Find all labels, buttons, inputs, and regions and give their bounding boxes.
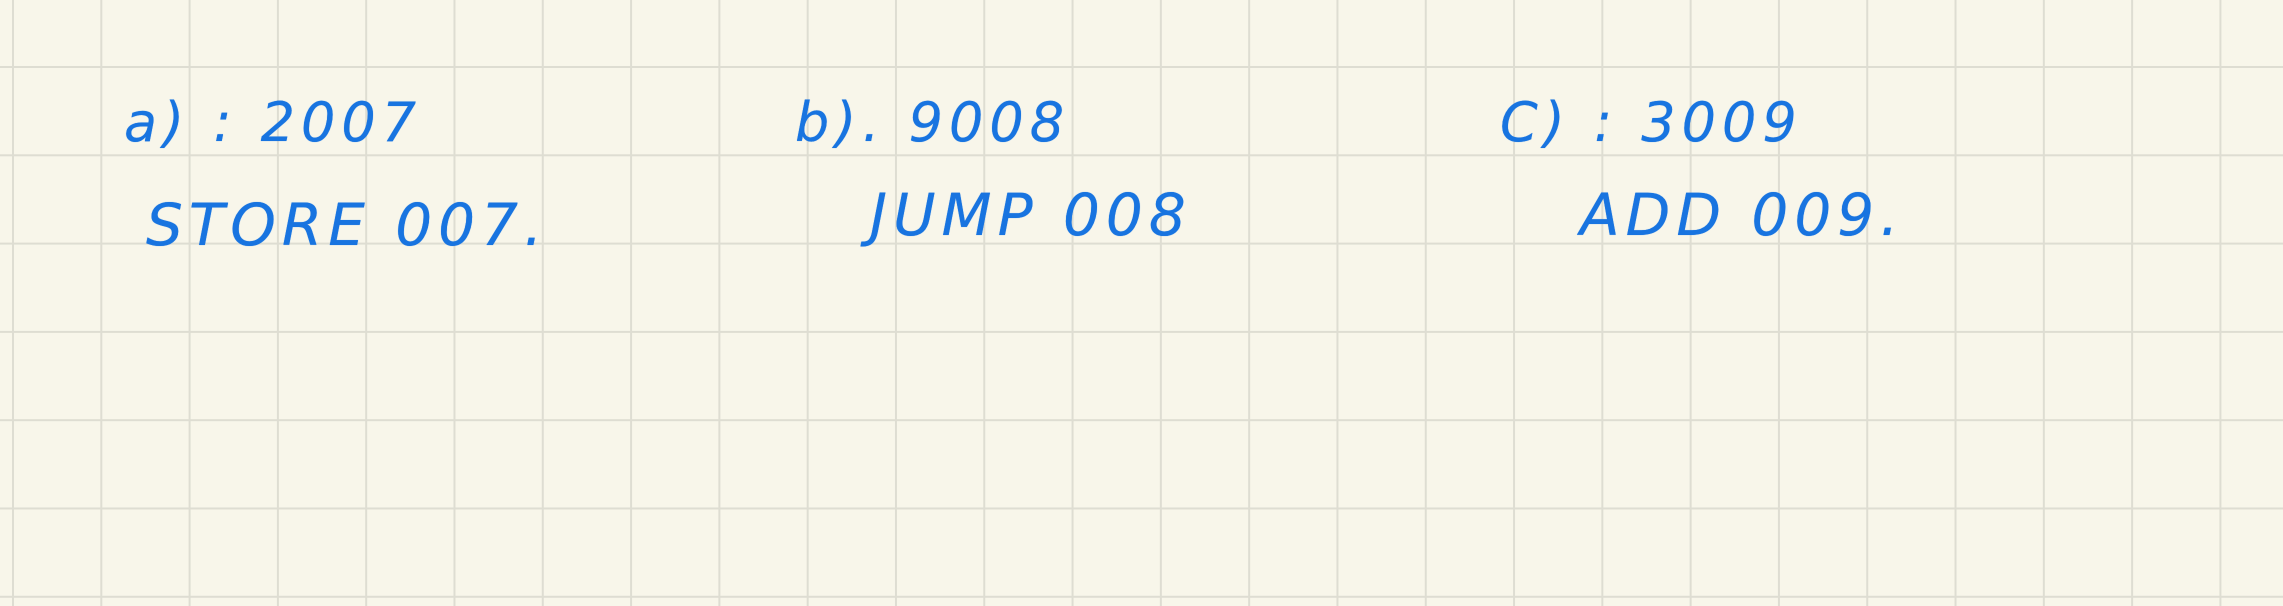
answer-a-hex-code: a) : 2007 (124, 91, 423, 154)
answer-c-instruction: ADD 009. (1580, 181, 1905, 249)
answer-b-hex-code: b). 9008 (795, 91, 1071, 154)
answer-b-instruction: JUMP 008 (870, 181, 1192, 249)
grid-paper-page: a) : 2007 STORE 007. b). 9008 JUMP 008 C… (0, 0, 2283, 606)
answer-a-instruction: STORE 007. (146, 191, 549, 259)
answer-c-hex-code: C) : 3009 (1500, 91, 1803, 154)
